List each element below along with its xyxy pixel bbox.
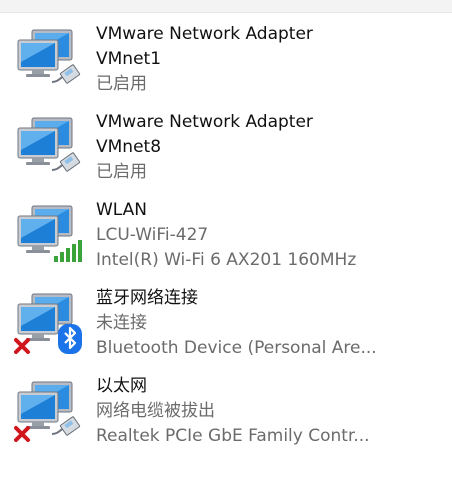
adapter-text: 以太网 网络电缆被拔出 Realtek PCIe GbE Family Cont… xyxy=(96,374,446,449)
adapter-name: 蓝牙网络连接 xyxy=(96,288,198,308)
adapter-text: 蓝牙网络连接 未连接 Bluetooth Device (Personal Ar… xyxy=(96,286,446,361)
adapter-item-wlan[interactable]: WLAN LCU-WiFi-427 Intel(R) Wi-Fi 6 AX201… xyxy=(0,190,452,278)
error-x-icon xyxy=(14,338,30,354)
adapter-status: 未连接 xyxy=(96,313,147,333)
monitor-front-icon xyxy=(17,39,59,77)
adapter-status: 已启用 xyxy=(96,74,147,94)
top-strip xyxy=(0,0,452,13)
adapter-name: VMware Network Adapter xyxy=(96,24,313,44)
adapter-device: Intel(R) Wi-Fi 6 AX201 160MHz xyxy=(96,250,357,270)
network-adapter-icon xyxy=(14,381,81,442)
adapter-subname: VMnet1 xyxy=(96,49,162,69)
adapter-device: Realtek PCIe GbE Family Contr... xyxy=(96,426,370,446)
adapter-name: VMware Network Adapter xyxy=(96,112,313,132)
adapter-text: WLAN LCU-WiFi-427 Intel(R) Wi-Fi 6 AX201… xyxy=(96,198,446,273)
bluetooth-icon xyxy=(58,324,82,354)
adapter-text: VMware Network Adapter VMnet1 已启用 xyxy=(96,22,446,97)
adapter-item-vmnet1[interactable]: VMware Network Adapter VMnet1 已启用 xyxy=(0,14,452,102)
adapter-status: 已启用 xyxy=(96,162,147,182)
error-x-icon xyxy=(14,426,30,442)
monitor-front-icon xyxy=(17,215,59,253)
adapter-subname: VMnet8 xyxy=(96,137,162,157)
adapter-item-ethernet[interactable]: 以太网 网络电缆被拔出 Realtek PCIe GbE Family Cont… xyxy=(0,366,452,454)
adapter-device: Bluetooth Device (Personal Are... xyxy=(96,338,377,358)
network-adapter-icon xyxy=(17,117,81,172)
adapter-name: 以太网 xyxy=(96,376,147,396)
adapter-status: 网络电缆被拔出 xyxy=(96,401,215,421)
monitor-front-icon xyxy=(17,127,59,165)
adapter-item-bluetooth[interactable]: 蓝牙网络连接 未连接 Bluetooth Device (Personal Ar… xyxy=(0,278,452,366)
adapter-text: VMware Network Adapter VMnet8 已启用 xyxy=(96,110,446,185)
monitor-front-icon xyxy=(17,303,59,341)
network-adapter-icon xyxy=(17,205,82,262)
adapter-ssid: LCU-WiFi-427 xyxy=(96,225,209,245)
network-adapter-icon xyxy=(14,293,82,354)
adapter-name: WLAN xyxy=(96,200,148,220)
adapter-item-vmnet8[interactable]: VMware Network Adapter VMnet8 已启用 xyxy=(0,102,452,190)
network-adapter-icon xyxy=(17,29,81,84)
monitor-front-icon xyxy=(17,391,59,429)
